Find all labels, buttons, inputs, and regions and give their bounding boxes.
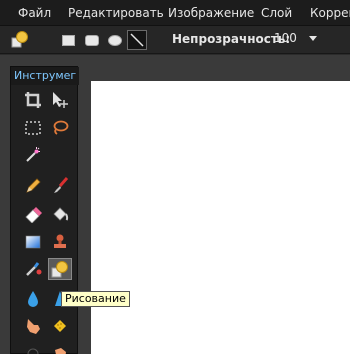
menu-layer[interactable]: Слой [261,0,292,26]
line-icon [130,33,144,47]
menu-adjustments[interactable]: Коррекц [310,0,350,26]
opacity-dropdown-arrow-icon[interactable] [309,36,317,41]
finger-icon [27,319,40,334]
lasso-tool[interactable] [48,117,72,139]
menu-image[interactable]: Изображение [168,0,254,26]
gradient-icon [25,235,41,249]
blur-tool[interactable] [21,288,45,310]
burn-hand-icon [55,348,66,354]
brush-tool[interactable] [48,175,72,197]
marquee-icon [25,121,41,135]
pencil-icon [26,178,41,193]
move-icon [53,92,68,108]
dodge-icon [27,348,39,354]
options-bar: Непрозрачность: 100 [0,26,350,54]
eraser-icon [25,207,42,223]
magic-wand-tool[interactable] [21,144,45,166]
rounded-rectangle-button[interactable] [85,35,99,46]
ellipse-shape-button[interactable] [108,35,122,46]
paint-bucket-tool[interactable] [48,203,72,225]
tools-panel-title[interactable]: Инструмег [11,67,79,85]
burn-tool[interactable] [48,340,72,354]
color-replace-tool[interactable] [21,258,45,280]
shape-tool-icon[interactable] [11,30,29,52]
color-replace-icon [26,262,42,276]
crop-tool[interactable] [21,89,45,111]
lasso-icon [53,120,69,135]
smudge-tool[interactable] [21,315,45,337]
menu-edit[interactable]: Редактировать [68,0,164,26]
line-shape-button[interactable] [127,30,147,50]
move-tool[interactable] [48,89,72,111]
paint-bucket-icon [53,207,69,221]
image-canvas[interactable] [91,81,350,354]
marquee-select-tool[interactable] [21,117,45,139]
magic-wand-icon [26,147,40,162]
menu-file[interactable]: Файл [18,0,51,26]
drawing-tool[interactable] [48,258,72,280]
crop-icon [25,92,41,108]
drawing-shape-icon [51,261,68,278]
dodge-tool[interactable] [21,340,45,354]
water-drop-icon [28,291,38,307]
tooltip: Рисование [61,291,130,307]
clone-stamp-tool[interactable] [48,231,72,253]
opacity-input[interactable]: 100 [274,31,297,45]
menu-bar: Файл Редактировать Изображение Слой Корр… [0,0,350,26]
stamp-icon [54,234,66,248]
eraser-tool[interactable] [21,203,45,225]
opacity-label: Непрозрачность: [172,32,291,46]
gradient-tool[interactable] [21,231,45,253]
rectangle-shape-button[interactable] [62,35,75,46]
brush-icon [54,177,69,193]
sponge-icon [54,320,66,332]
sponge-tool[interactable] [48,315,72,337]
tools-panel: Инструмег [10,66,79,354]
pencil-tool[interactable] [21,175,45,197]
